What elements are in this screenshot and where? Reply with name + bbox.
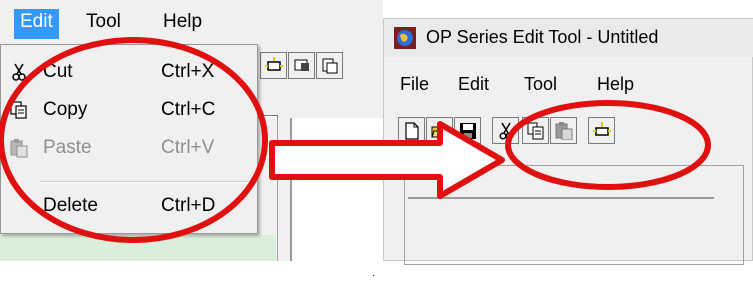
dropdown-label-cut: Cut bbox=[43, 61, 73, 82]
toolbar-new-screen-button[interactable] bbox=[260, 52, 287, 79]
left-toolbar bbox=[258, 48, 383, 92]
copy-icon bbox=[10, 101, 27, 119]
menu-edit[interactable]: Edit bbox=[14, 9, 59, 39]
edit-dropdown-menu: Cut Ctrl+X Copy Ctrl+C Paste Ctrl+V Dele… bbox=[0, 44, 258, 234]
right-app-window: OP Series Edit Tool - Untitled File Edit… bbox=[383, 18, 753, 265]
edit-page-icon bbox=[294, 59, 309, 71]
dropdown-item-cut[interactable]: Cut Ctrl+X bbox=[1, 55, 257, 89]
menu-tool[interactable]: Tool bbox=[80, 9, 127, 39]
dropdown-shortcut-delete: Ctrl+D bbox=[161, 195, 216, 216]
window-title: OP Series Edit Tool - Untitled bbox=[426, 27, 659, 47]
dropdown-separator bbox=[39, 181, 253, 183]
menu-file[interactable]: File bbox=[400, 74, 429, 95]
menu-help[interactable]: Help bbox=[597, 74, 634, 95]
menu-tool[interactable]: Tool bbox=[524, 74, 557, 95]
toolbar-extra-button[interactable] bbox=[316, 52, 343, 79]
dropdown-shortcut-paste: Ctrl+V bbox=[161, 137, 215, 158]
screen-list-field[interactable] bbox=[408, 197, 714, 207]
dropdown-label-delete: Delete bbox=[43, 195, 98, 216]
screen-group-label: Screen bbox=[409, 156, 464, 174]
left-work-area: · bbox=[290, 118, 383, 281]
toolbar-new-screen-button[interactable] bbox=[588, 117, 615, 144]
save-icon bbox=[460, 123, 476, 139]
toolbar-copy-button[interactable] bbox=[522, 117, 549, 144]
left-green-panel bbox=[0, 235, 276, 261]
new-file-icon bbox=[405, 122, 419, 140]
dropdown-item-paste[interactable]: Paste Ctrl+V bbox=[1, 131, 257, 165]
toolbar-new-button[interactable] bbox=[398, 117, 425, 144]
left-app-window: Edit Tool Help · Cut Ctrl+X Copy Ctrl+C … bbox=[0, 0, 383, 281]
new-screen-icon bbox=[593, 122, 611, 136]
dropdown-label-copy: Copy bbox=[43, 99, 88, 120]
toolbar-open-button[interactable] bbox=[426, 117, 453, 144]
title-bar: OP Series Edit Tool - Untitled bbox=[384, 19, 753, 57]
toolbar-cut-button[interactable] bbox=[492, 117, 519, 144]
toolbar-save-button[interactable] bbox=[454, 117, 481, 144]
menu-edit[interactable]: Edit bbox=[458, 74, 489, 95]
paste-icon bbox=[10, 139, 28, 158]
properties-icon bbox=[322, 58, 338, 74]
paste-icon bbox=[555, 122, 573, 140]
right-toolbar bbox=[384, 107, 753, 157]
scissors-icon bbox=[12, 63, 26, 81]
dropdown-label-paste: Paste bbox=[43, 137, 92, 158]
open-folder-icon bbox=[431, 126, 449, 138]
dropdown-shortcut-copy: Ctrl+C bbox=[161, 99, 216, 120]
scissors-icon bbox=[499, 122, 513, 140]
left-menubar: Edit Tool Help bbox=[0, 0, 383, 44]
right-menubar: File Edit Tool Help bbox=[384, 67, 753, 101]
copy-icon bbox=[527, 122, 544, 140]
dropdown-item-copy[interactable]: Copy Ctrl+C bbox=[1, 93, 257, 127]
dot-marker: · bbox=[372, 270, 376, 281]
app-globe-icon bbox=[394, 27, 416, 49]
screen-group-box: Screen bbox=[404, 156, 744, 265]
toolbar-paste-button[interactable] bbox=[550, 117, 577, 144]
dropdown-item-delete[interactable]: Delete Ctrl+D bbox=[1, 189, 257, 223]
menu-help[interactable]: Help bbox=[157, 9, 208, 39]
new-screen-icon bbox=[265, 57, 283, 71]
dropdown-shortcut-cut: Ctrl+X bbox=[161, 61, 215, 82]
toolbar-edit-button[interactable] bbox=[288, 52, 315, 79]
